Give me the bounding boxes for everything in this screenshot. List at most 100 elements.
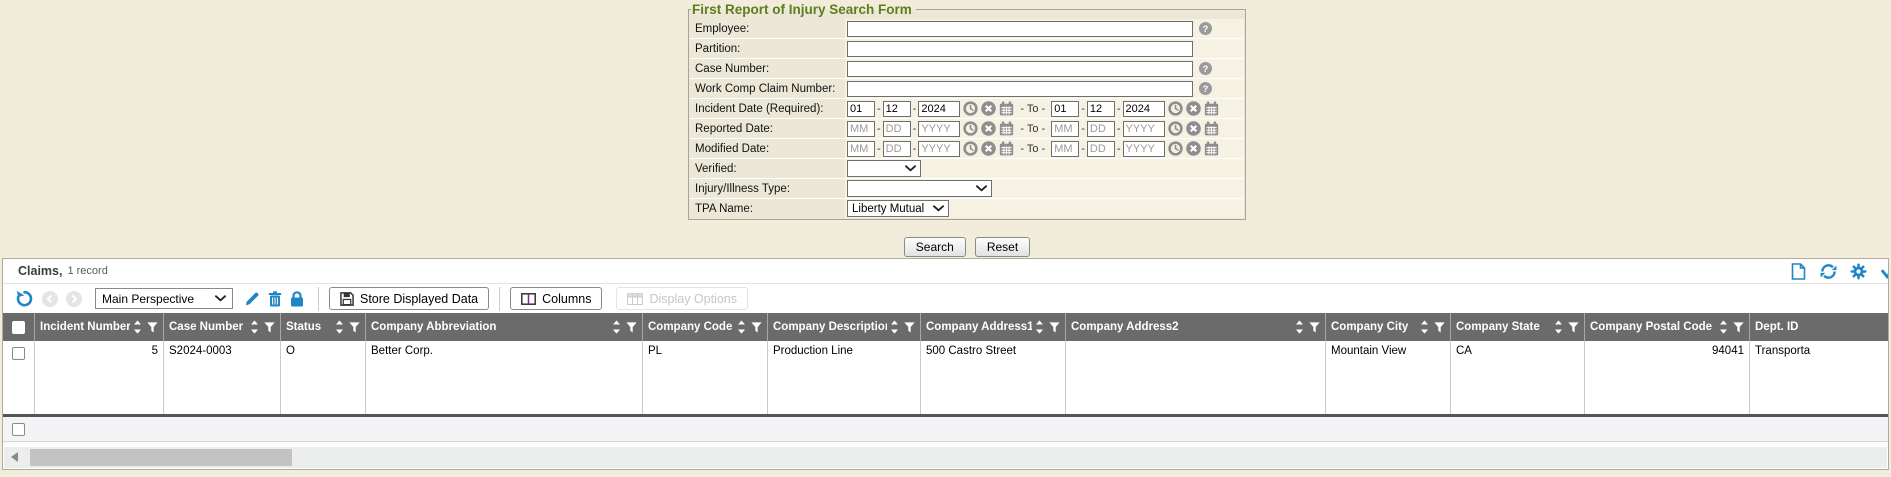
case-number-input[interactable] (847, 61, 1193, 77)
injury-type-select[interactable] (847, 180, 992, 197)
filter-funnel-icon[interactable] (1049, 322, 1060, 333)
refresh-icon[interactable] (1820, 263, 1837, 280)
sort-icon[interactable] (1420, 320, 1429, 334)
footer-checkbox[interactable] (12, 423, 25, 436)
sort-icon[interactable] (1295, 320, 1304, 334)
sort-icon[interactable] (612, 320, 621, 334)
filter-funnel-icon[interactable] (751, 322, 762, 333)
gear-icon[interactable] (1850, 263, 1867, 280)
modified-from-month-input[interactable] (847, 141, 875, 157)
filter-funnel-icon[interactable] (1733, 322, 1744, 333)
reported-to-month-input[interactable] (1051, 121, 1079, 137)
sort-icon[interactable] (335, 320, 344, 334)
clear-icon[interactable] (1186, 101, 1201, 116)
filter-funnel-icon[interactable] (264, 322, 275, 333)
undo-icon[interactable] (15, 289, 34, 308)
filter-funnel-icon[interactable] (1434, 322, 1445, 333)
incident-from-month-input[interactable] (847, 101, 875, 117)
incident-to-month-input[interactable] (1051, 101, 1079, 117)
scroll-left-arrow-icon[interactable] (11, 452, 18, 462)
incident-to-year-input[interactable] (1123, 101, 1165, 117)
column-header-incident-number[interactable]: Incident Number (35, 313, 164, 341)
clear-icon[interactable] (981, 121, 996, 136)
clock-icon[interactable] (1168, 141, 1183, 156)
filter-funnel-icon[interactable] (147, 322, 158, 333)
modified-to-day-input[interactable] (1087, 141, 1115, 157)
select-all-checkbox[interactable] (12, 321, 25, 334)
filter-funnel-icon[interactable] (626, 322, 637, 333)
incident-to-day-input[interactable] (1087, 101, 1115, 117)
column-header-company-description[interactable]: Company Description (768, 313, 921, 341)
clear-icon[interactable] (981, 141, 996, 156)
sort-icon[interactable] (1554, 320, 1563, 334)
tpa-name-select[interactable]: Liberty Mutual (847, 200, 949, 217)
help-icon[interactable] (1199, 62, 1212, 75)
search-button[interactable]: Search (904, 237, 966, 257)
incident-from-year-input[interactable] (918, 101, 960, 117)
clock-icon[interactable] (1168, 121, 1183, 136)
sort-icon[interactable] (1719, 320, 1728, 334)
calendar-icon[interactable] (999, 101, 1014, 116)
sort-icon[interactable] (890, 320, 899, 334)
lock-icon[interactable] (290, 291, 304, 307)
column-header-company-postal-code[interactable]: Company Postal Code (1585, 313, 1750, 341)
calendar-icon[interactable] (999, 121, 1014, 136)
reported-from-day-input[interactable] (883, 121, 911, 137)
reported-to-day-input[interactable] (1087, 121, 1115, 137)
filter-funnel-icon[interactable] (1309, 322, 1320, 333)
sort-icon[interactable] (737, 320, 746, 334)
reported-from-year-input[interactable] (918, 121, 960, 137)
column-header-company-abbreviation[interactable]: Company Abbreviation (366, 313, 643, 341)
store-displayed-data-button[interactable]: Store Displayed Data (329, 287, 489, 310)
incident-from-day-input[interactable] (883, 101, 911, 117)
table-row[interactable]: 5 S2024-0003 O Better Corp. PL Productio… (3, 341, 1889, 414)
reset-button[interactable]: Reset (975, 237, 1030, 257)
calendar-icon[interactable] (1204, 101, 1219, 116)
column-header-case-number[interactable]: Case Number (164, 313, 281, 341)
calendar-icon[interactable] (1204, 141, 1219, 156)
edit-pencil-icon[interactable] (244, 291, 260, 307)
clock-icon[interactable] (963, 141, 978, 156)
scrollbar-thumb[interactable] (30, 449, 292, 466)
clock-icon[interactable] (963, 101, 978, 116)
clock-icon[interactable] (1168, 101, 1183, 116)
delete-trash-icon[interactable] (268, 291, 282, 307)
verified-select[interactable] (847, 160, 921, 177)
clear-icon[interactable] (1186, 121, 1201, 136)
filter-funnel-icon[interactable] (1568, 322, 1579, 333)
reported-from-month-input[interactable] (847, 121, 875, 137)
column-header-company-state[interactable]: Company State (1451, 313, 1585, 341)
partition-input[interactable] (847, 41, 1193, 57)
sort-icon[interactable] (133, 320, 142, 334)
filter-funnel-icon[interactable] (349, 322, 360, 333)
column-header-dept-id[interactable]: Dept. ID (1750, 313, 1889, 341)
help-icon[interactable] (1199, 82, 1212, 95)
clock-icon[interactable] (963, 121, 978, 136)
sort-icon[interactable] (250, 320, 259, 334)
modified-from-year-input[interactable] (918, 141, 960, 157)
sort-icon[interactable] (1035, 320, 1044, 334)
modified-from-day-input[interactable] (883, 141, 911, 157)
reported-to-year-input[interactable] (1123, 121, 1165, 137)
help-icon[interactable] (1199, 22, 1212, 35)
column-header-status[interactable]: Status (281, 313, 366, 341)
clear-icon[interactable] (981, 101, 996, 116)
modified-to-month-input[interactable] (1051, 141, 1079, 157)
columns-button[interactable]: Columns (510, 287, 602, 310)
perspective-select[interactable]: Main Perspective (95, 288, 233, 309)
new-document-icon[interactable] (1790, 263, 1807, 280)
modified-to-year-input[interactable] (1123, 141, 1165, 157)
column-header-company-address1[interactable]: Company Address1 (921, 313, 1066, 341)
calendar-icon[interactable] (1204, 121, 1219, 136)
filter-funnel-icon[interactable] (904, 322, 915, 333)
row-checkbox[interactable] (12, 347, 25, 360)
horizontal-scrollbar[interactable] (4, 447, 1887, 468)
clear-icon[interactable] (1186, 141, 1201, 156)
column-header-company-address2[interactable]: Company Address2 (1066, 313, 1326, 341)
employee-input[interactable] (847, 21, 1193, 37)
work-comp-input[interactable] (847, 81, 1193, 97)
column-header-company-city[interactable]: Company City (1326, 313, 1451, 341)
column-header-company-code[interactable]: Company Code (643, 313, 768, 341)
checkmark-icon[interactable] (1880, 263, 1888, 280)
calendar-icon[interactable] (999, 141, 1014, 156)
